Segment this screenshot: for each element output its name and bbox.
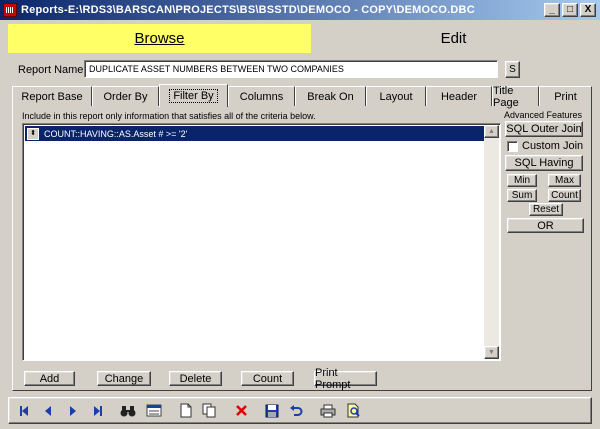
min-button[interactable]: Min [507, 174, 537, 187]
s-button[interactable]: S [505, 61, 520, 78]
tab-order-by[interactable]: Order By [92, 86, 159, 106]
minimize-button[interactable]: _ [544, 3, 560, 17]
scroll-up-icon[interactable]: ▲ [484, 125, 499, 138]
find-binoculars-icon[interactable] [117, 400, 138, 421]
tab-label: Break On [307, 90, 354, 103]
add-button[interactable]: Add [24, 371, 75, 386]
criteria-list[interactable]: ⬍ COUNT::HAVING::AS.Asset # >= '2' ▲ ▼ [22, 123, 501, 361]
previous-record-icon[interactable] [37, 400, 58, 421]
criteria-row[interactable]: ⬍ COUNT::HAVING::AS.Asset # >= '2' [25, 126, 487, 141]
maximize-button[interactable]: □ [562, 3, 578, 17]
tab-report-base[interactable]: Report Base [12, 86, 92, 106]
tab-break-on[interactable]: Break On [295, 86, 366, 106]
vertical-scrollbar[interactable]: ▲ ▼ [484, 125, 499, 359]
tab-label: Columns [239, 90, 284, 103]
advanced-features-label: Advanced Features [504, 110, 583, 120]
tab-print[interactable]: Print [539, 86, 592, 106]
first-record-icon[interactable] [13, 400, 34, 421]
scroll-down-icon[interactable]: ▼ [484, 346, 499, 359]
tab-layout[interactable]: Layout [366, 86, 426, 106]
change-button[interactable]: Change [97, 371, 151, 386]
custom-join-label: Custom Join [522, 140, 584, 152]
new-document-icon[interactable] [175, 400, 196, 421]
sql-outer-join-button[interactable]: SQL Outer Join [505, 121, 583, 137]
custom-join-checkbox[interactable]: Custom Join [507, 140, 583, 152]
tab-strip: Report Base Order By Filter By Columns B… [12, 84, 592, 109]
tab-columns[interactable]: Columns [228, 86, 295, 106]
tab-title-page[interactable]: Title Page [492, 84, 539, 109]
report-name-input[interactable]: DUPLICATE ASSET NUMBERS BETWEEN TWO COMP… [84, 60, 498, 78]
save-disk-icon[interactable] [261, 400, 282, 421]
delete-button[interactable]: Delete [169, 371, 222, 386]
reset-button[interactable]: Reset [529, 203, 563, 216]
navigation-toolbar [8, 397, 592, 424]
report-name-label: Report Name [18, 64, 84, 76]
tab-label: Filter By [169, 89, 218, 103]
tab-filter-by[interactable]: Filter By [159, 84, 228, 107]
tab-label: Order By [103, 90, 148, 103]
delete-x-icon[interactable] [231, 400, 252, 421]
undo-icon[interactable] [285, 400, 306, 421]
next-record-icon[interactable] [62, 400, 83, 421]
tab-label: Report Base [21, 90, 83, 103]
tab-label: Header [440, 90, 478, 103]
browse-mode-button[interactable]: Browse [8, 24, 311, 53]
tab-header[interactable]: Header [426, 86, 492, 106]
tab-label: Layout [379, 90, 413, 103]
copy-document-icon[interactable] [199, 400, 220, 421]
window-title: Reports-E:\RDS3\BARSCAN\PROJECTS\BS\BSST… [21, 4, 475, 16]
last-record-icon[interactable] [87, 400, 108, 421]
close-button[interactable]: X [580, 3, 596, 17]
list-view-icon[interactable] [143, 400, 164, 421]
edit-mode-button[interactable]: Edit [311, 24, 596, 53]
title-bar: Reports-E:\RDS3\BARSCAN\PROJECTS\BS\BSST… [0, 0, 600, 20]
max-button[interactable]: Max [548, 174, 581, 187]
or-button[interactable]: OR [507, 218, 584, 233]
criteria-text: COUNT::HAVING::AS.Asset # >= '2' [44, 128, 188, 139]
custom-join-box[interactable] [507, 140, 518, 152]
tab-label: Title Page [493, 84, 519, 109]
tab-label: Print [554, 90, 577, 103]
print-icon[interactable] [317, 400, 338, 421]
count-button[interactable]: Count [241, 371, 294, 386]
criteria-instruction: Include in this report only information … [22, 111, 316, 121]
print-prompt-button[interactable]: Print Prompt [314, 367, 377, 391]
row-handle-icon[interactable]: ⬍ [27, 127, 39, 140]
print-preview-icon[interactable] [343, 400, 364, 421]
app-icon [3, 3, 17, 17]
sql-having-button[interactable]: SQL Having [505, 155, 583, 171]
count-agg-button[interactable]: Count [548, 189, 581, 202]
sum-button[interactable]: Sum [507, 189, 537, 202]
